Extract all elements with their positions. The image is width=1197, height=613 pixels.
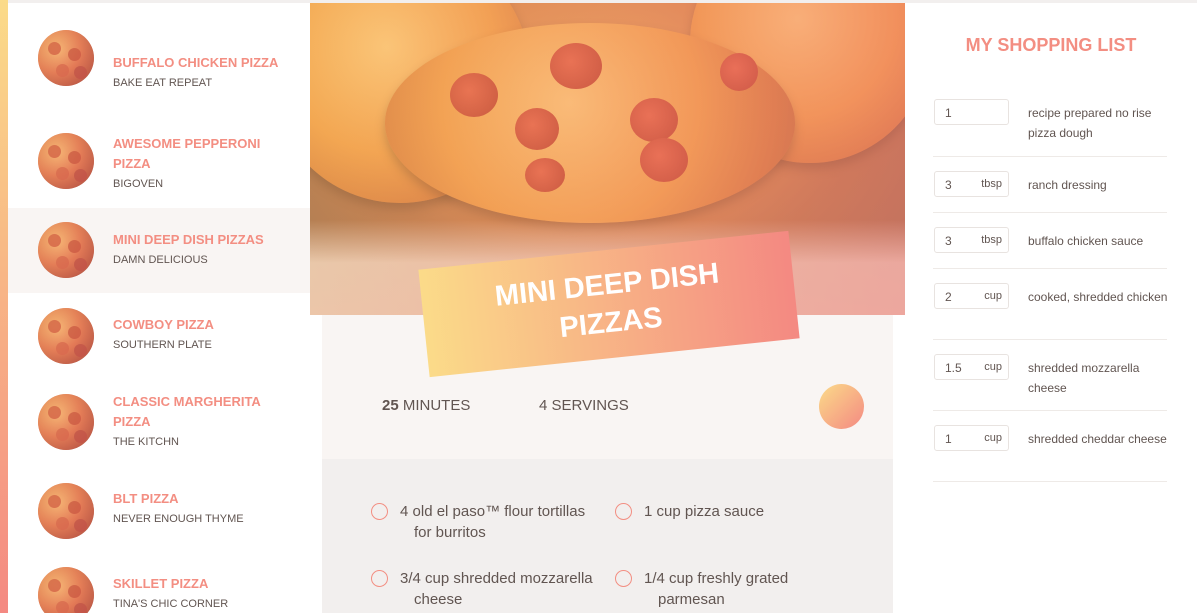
circle-check-icon[interactable] — [615, 570, 632, 587]
minutes-label: MINUTES — [402, 397, 471, 414]
quantity-count: 1.5 — [945, 361, 962, 375]
shopping-item-description: recipe prepared no rise pizza dough — [1028, 106, 1152, 140]
result-title: MINI DEEP DISH PIZZAS — [113, 232, 264, 247]
ingredients-list: 4 old el paso™ flour tortillas for burri… — [322, 459, 893, 613]
result-publisher: DAMN DELICIOUS — [113, 254, 208, 266]
quantity-input[interactable]: 3 tbsp — [934, 227, 1009, 253]
result-title: AWESOME PEPPERONI PIZZA — [113, 136, 261, 171]
bookmark-button[interactable] — [819, 384, 864, 429]
quantity-count: 3 — [945, 178, 952, 192]
result-publisher: BIGOVEN — [113, 178, 164, 190]
shopping-item: 1.5 cup shredded mozzarella cheese — [933, 354, 1167, 411]
recipe-thumbnail — [38, 483, 94, 539]
quantity-count: 1 — [945, 106, 952, 120]
quantity-unit: cup — [984, 361, 1002, 373]
search-results-sidebar: BUFFALO CHICKEN PIZZA BAKE EAT REPEAT AW… — [8, 3, 310, 613]
recipe-thumbnail — [38, 30, 94, 86]
recipe-thumbnail — [38, 394, 94, 450]
ingredient-item: 4 old el paso™ flour tortillas for burri… — [371, 501, 601, 543]
result-publisher: TINA'S CHIC CORNER — [113, 598, 229, 610]
result-item[interactable]: SKILLET PIZZA TINA'S CHIC CORNER — [8, 562, 310, 613]
recipe-thumbnail — [38, 133, 94, 189]
shopping-item: 3 tbsp ranch dressing — [933, 171, 1167, 213]
ingredient-item: 3/4 cup shredded mozzarella cheese — [371, 568, 601, 610]
result-item-active[interactable]: MINI DEEP DISH PIZZAS DAMN DELICIOUS — [8, 208, 310, 293]
servings-label: SERVINGS — [551, 397, 629, 414]
ingredient-text: cup pizza sauce — [656, 503, 765, 520]
quantity-input[interactable]: 1 cup — [934, 425, 1009, 451]
quantity-unit: tbsp — [981, 234, 1002, 246]
result-title: BLT PIZZA — [113, 491, 179, 506]
circle-check-icon[interactable] — [371, 570, 388, 587]
result-item[interactable]: BUFFALO CHICKEN PIZZA BAKE EAT REPEAT — [8, 15, 310, 100]
shopping-item: 1 cup shredded cheddar cheese — [933, 425, 1167, 482]
result-publisher: NEVER ENOUGH THYME — [113, 513, 244, 525]
quantity-unit: cup — [984, 290, 1002, 302]
ingredient-quantity: 4 — [400, 503, 409, 520]
quantity-input[interactable]: 2 cup — [934, 283, 1009, 309]
result-item[interactable]: CLASSIC MARGHERITA PIZZA THE KITCHN — [8, 378, 310, 463]
servings-value: 4 — [539, 397, 548, 414]
shopping-item-description: shredded mozzarella cheese — [1028, 361, 1140, 395]
result-title: COWBOY PIZZA — [113, 317, 214, 332]
result-publisher: BAKE EAT REPEAT — [113, 77, 213, 89]
result-title: BUFFALO CHICKEN PIZZA — [113, 55, 279, 70]
result-item[interactable]: BLT PIZZA NEVER ENOUGH THYME — [8, 477, 310, 562]
ingredient-quantity: 3/4 — [400, 570, 421, 587]
shopping-list-panel: MY SHOPPING LIST 1 recipe prepared no ri… — [905, 3, 1197, 613]
quantity-input[interactable]: 3 tbsp — [934, 171, 1009, 197]
minutes-value: 25 — [382, 397, 399, 414]
ingredient-item: 1/4 cup freshly grated parmesan — [615, 568, 845, 610]
left-gradient-strip — [0, 0, 8, 613]
shopping-item: 2 cup cooked, shredded chicken — [933, 283, 1167, 340]
quantity-count: 1 — [945, 432, 952, 446]
result-publisher: THE KITCHN — [113, 436, 179, 448]
ingredient-text: cup shredded mozzarella cheese — [414, 570, 593, 608]
recipe-thumbnail — [38, 222, 94, 278]
ingredient-quantity: 1 — [644, 503, 653, 520]
result-item[interactable]: COWBOY PIZZA SOUTHERN PLATE — [8, 293, 310, 378]
ingredient-text: old el paso™ flour tortillas for burrito… — [412, 503, 586, 541]
cooking-time: 25 MINUTES — [382, 397, 470, 414]
shopping-list-heading: MY SHOPPING LIST — [965, 35, 1137, 55]
quantity-count: 2 — [945, 290, 952, 304]
shopping-item: 3 tbsp buffalo chicken sauce — [933, 227, 1167, 269]
quantity-count: 3 — [945, 234, 952, 248]
result-publisher: SOUTHERN PLATE — [113, 339, 212, 351]
result-item[interactable]: AWESOME PEPPERONI PIZZA BIGOVEN — [8, 100, 310, 190]
shopping-item-description: buffalo chicken sauce — [1028, 234, 1144, 248]
recipe-view: 25 MINUTES 4 SERVINGS MINI DEEP DISH PIZ… — [310, 3, 905, 613]
servings: 4 SERVINGS — [539, 397, 629, 414]
shopping-item-description: cooked, shredded chicken — [1028, 290, 1168, 304]
shopping-item: 1 recipe prepared no rise pizza dough — [933, 99, 1167, 157]
shopping-item-description: ranch dressing — [1028, 178, 1107, 192]
ingredient-item: 1 cup pizza sauce — [615, 501, 845, 522]
quantity-input[interactable]: 1 — [934, 99, 1009, 125]
result-title: SKILLET PIZZA — [113, 576, 209, 591]
circle-check-icon[interactable] — [371, 503, 388, 520]
circle-check-icon[interactable] — [615, 503, 632, 520]
ingredient-quantity: 1/4 — [644, 570, 665, 587]
result-title: CLASSIC MARGHERITA PIZZA — [113, 394, 261, 429]
quantity-unit: tbsp — [981, 178, 1002, 190]
shopping-item-description: shredded cheddar cheese — [1028, 432, 1167, 446]
ingredient-text: cup freshly grated parmesan — [658, 570, 789, 608]
quantity-unit: cup — [984, 432, 1002, 444]
recipe-thumbnail — [38, 308, 94, 364]
quantity-input[interactable]: 1.5 cup — [934, 354, 1009, 380]
recipe-thumbnail — [38, 567, 94, 613]
